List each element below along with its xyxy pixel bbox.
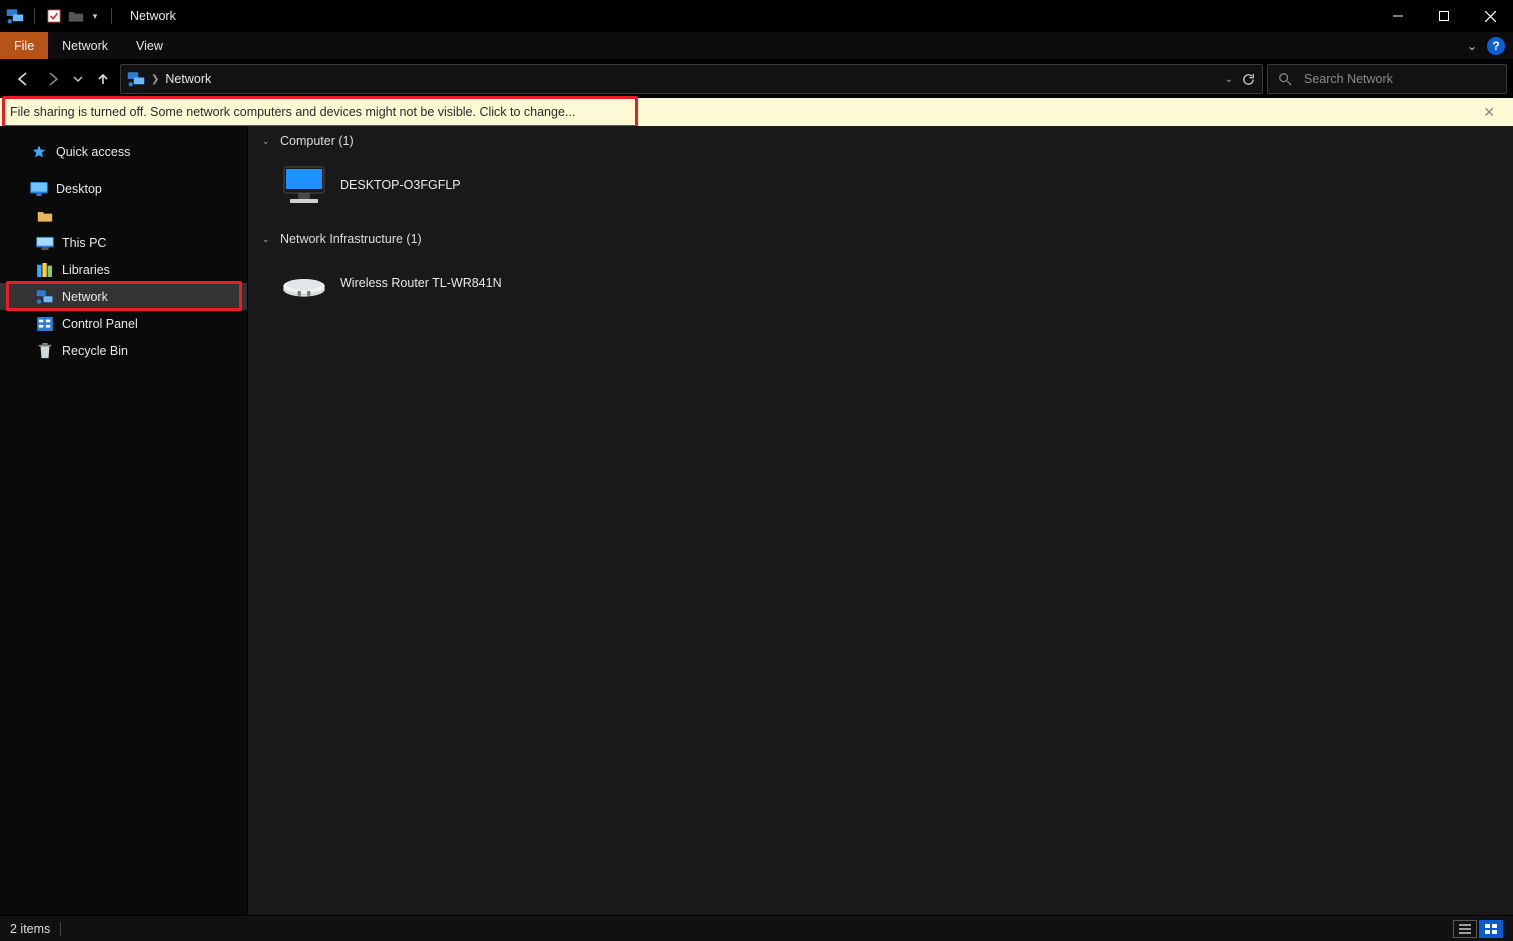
back-button[interactable] bbox=[10, 65, 36, 93]
info-bar-close-icon[interactable]: ✕ bbox=[1475, 104, 1503, 121]
sidebar-item-this-pc[interactable]: This PC bbox=[0, 229, 247, 256]
sidebar-item-network[interactable]: Network bbox=[0, 283, 247, 310]
search-icon bbox=[1278, 72, 1292, 86]
search-box[interactable] bbox=[1267, 64, 1507, 94]
sidebar-item-label: Desktop bbox=[56, 182, 102, 196]
sidebar-item-libraries[interactable]: Libraries bbox=[0, 256, 247, 283]
libraries-icon bbox=[36, 262, 54, 278]
sidebar-item-control-panel[interactable]: Control Panel bbox=[0, 310, 247, 337]
list-item-computer[interactable]: DESKTOP-O3FGFLP bbox=[274, 158, 574, 212]
status-item-count: 2 items bbox=[10, 922, 50, 936]
sidebar-item-label: Network bbox=[62, 290, 108, 304]
maximize-button[interactable] bbox=[1421, 0, 1467, 32]
navigation-pane: Quick access Desktop This PC Librari bbox=[0, 126, 248, 915]
computer-icon bbox=[280, 161, 328, 209]
group-header-network-infrastructure[interactable]: ⌄ Network Infrastructure (1) bbox=[248, 224, 1513, 252]
sidebar-item-label: Recycle Bin bbox=[62, 344, 128, 358]
sidebar-item-label: Quick access bbox=[56, 145, 130, 159]
refresh-button[interactable] bbox=[1241, 72, 1256, 87]
title-bar: ▾ Network bbox=[0, 0, 1513, 32]
sidebar-item-label: Libraries bbox=[62, 263, 110, 277]
this-pc-icon bbox=[36, 235, 54, 251]
star-icon bbox=[30, 144, 48, 160]
ribbon-expand-icon[interactable]: ⌄ bbox=[1467, 39, 1477, 53]
address-bar[interactable]: ❯ Network ⌄ bbox=[120, 64, 1263, 94]
status-bar: 2 items bbox=[0, 915, 1513, 941]
sidebar-item-label: This PC bbox=[62, 236, 106, 250]
info-bar[interactable]: File sharing is turned off. Some network… bbox=[0, 98, 1513, 126]
forward-button[interactable] bbox=[40, 65, 66, 93]
sidebar-item-quick-access[interactable]: Quick access bbox=[0, 138, 247, 165]
item-label: Wireless Router TL-WR841N bbox=[340, 276, 502, 290]
sidebar-item-user[interactable] bbox=[0, 202, 247, 229]
group-title: Network Infrastructure (1) bbox=[280, 232, 422, 246]
separator bbox=[60, 922, 61, 936]
chevron-right-icon[interactable]: ❯ bbox=[151, 74, 159, 85]
tab-network[interactable]: Network bbox=[48, 32, 122, 59]
content-pane[interactable]: ⌄ Computer (1) DESKTOP-O3FGFLP ⌄ Network… bbox=[248, 126, 1513, 915]
list-item-router[interactable]: Wireless Router TL-WR841N bbox=[274, 256, 574, 310]
recycle-bin-icon bbox=[36, 343, 54, 359]
recent-locations-dropdown[interactable] bbox=[70, 65, 86, 93]
group-title: Computer (1) bbox=[280, 134, 354, 148]
separator bbox=[111, 8, 112, 24]
window-title: Network bbox=[130, 9, 176, 23]
group-header-computer[interactable]: ⌄ Computer (1) bbox=[248, 126, 1513, 154]
network-icon bbox=[36, 289, 54, 305]
separator bbox=[34, 8, 35, 24]
tab-file[interactable]: File bbox=[0, 32, 48, 59]
breadcrumb-network[interactable]: Network bbox=[165, 72, 211, 86]
qat-customize-dropdown-icon[interactable]: ▾ bbox=[89, 7, 101, 25]
desktop-icon bbox=[30, 181, 48, 197]
user-folder-icon bbox=[36, 208, 54, 224]
sidebar-item-desktop[interactable]: Desktop bbox=[0, 175, 247, 202]
ribbon-tabs: File Network View ⌄ ? bbox=[0, 32, 1513, 60]
navigation-bar: ❯ Network ⌄ bbox=[0, 60, 1513, 98]
address-location-icon bbox=[127, 70, 145, 88]
address-history-dropdown-icon[interactable]: ⌄ bbox=[1225, 74, 1233, 85]
item-label: DESKTOP-O3FGFLP bbox=[340, 178, 461, 192]
view-details-button[interactable] bbox=[1453, 920, 1477, 938]
help-icon[interactable]: ? bbox=[1487, 37, 1505, 55]
sidebar-item-recycle-bin[interactable]: Recycle Bin bbox=[0, 337, 247, 364]
router-icon bbox=[280, 259, 328, 307]
chevron-down-icon[interactable]: ⌄ bbox=[262, 136, 272, 147]
up-button[interactable] bbox=[90, 65, 116, 93]
sidebar-item-label: Control Panel bbox=[62, 317, 138, 331]
info-bar-text: File sharing is turned off. Some network… bbox=[10, 105, 575, 119]
app-icon bbox=[6, 7, 24, 25]
qat-newfolder-icon[interactable] bbox=[67, 7, 85, 25]
search-input[interactable] bbox=[1302, 71, 1496, 87]
view-large-icons-button[interactable] bbox=[1479, 920, 1503, 938]
chevron-down-icon[interactable]: ⌄ bbox=[262, 234, 272, 245]
tab-view[interactable]: View bbox=[122, 32, 177, 59]
qat-properties-icon[interactable] bbox=[45, 7, 63, 25]
window-controls bbox=[1375, 0, 1513, 32]
control-panel-icon bbox=[36, 316, 54, 332]
minimize-button[interactable] bbox=[1375, 0, 1421, 32]
close-button[interactable] bbox=[1467, 0, 1513, 32]
